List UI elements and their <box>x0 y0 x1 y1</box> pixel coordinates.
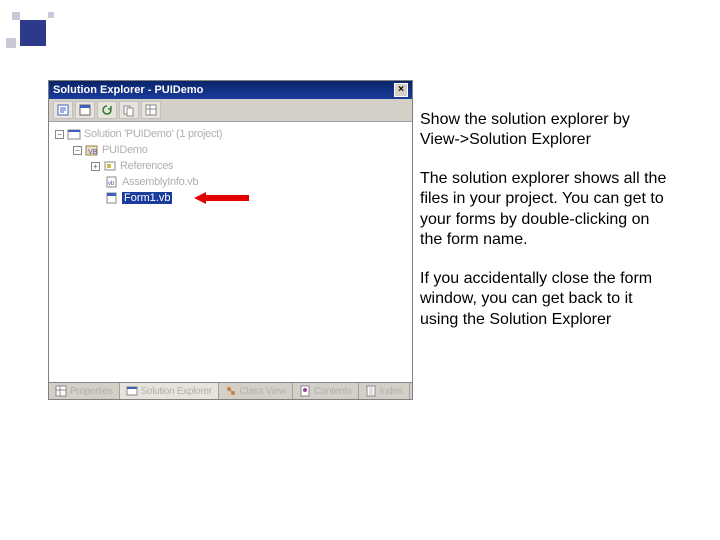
tab-properties[interactable]: Properties <box>49 383 120 399</box>
tab-label: Solution Explorer <box>141 386 212 397</box>
close-icon[interactable]: × <box>394 83 408 97</box>
tab-label: Index <box>380 386 403 397</box>
callout-arrow-icon <box>194 192 249 204</box>
tab-solution-explorer[interactable]: Solution Explorer <box>120 383 219 399</box>
expander-icon[interactable]: − <box>55 130 64 139</box>
view-code-icon[interactable] <box>53 101 73 119</box>
panel-tabstrip: Properties Solution Explorer Class View … <box>49 382 412 399</box>
instruction-paragraph: If you accidentally close the form windo… <box>420 269 670 330</box>
tree-label: References <box>120 160 173 172</box>
instruction-text: Show the solution explorer by View->Solu… <box>420 110 670 348</box>
tab-label: Contents <box>314 386 352 397</box>
solution-explorer-icon <box>126 385 138 397</box>
solution-explorer-panel: Solution Explorer - PUIDemo × − Solution… <box>48 80 413 400</box>
tree-project-node[interactable]: − VB PUIDemo <box>51 142 410 158</box>
titlebar-text: Solution Explorer - PUIDemo <box>53 84 394 96</box>
tab-label: Class View <box>240 386 286 397</box>
tree-view[interactable]: − Solution 'PUIDemo' (1 project) − VB PU… <box>49 122 412 382</box>
vb-project-icon: VB <box>85 144 99 156</box>
properties-icon[interactable] <box>141 101 161 119</box>
show-all-icon[interactable] <box>119 101 139 119</box>
svg-text:vb: vb <box>108 181 115 187</box>
instruction-paragraph: Show the solution explorer by View->Solu… <box>420 110 670 151</box>
tree-label: AssemblyInfo.vb <box>122 176 198 188</box>
contents-icon <box>299 385 311 397</box>
tab-index[interactable]: Index <box>359 383 410 399</box>
tree-solution-node[interactable]: − Solution 'PUIDemo' (1 project) <box>51 126 410 142</box>
tab-contents[interactable]: Contents <box>293 383 359 399</box>
index-icon <box>365 385 377 397</box>
tab-label: Properties <box>70 386 113 397</box>
instruction-paragraph: The solution explorer shows all the file… <box>420 169 670 251</box>
tree-label: PUIDemo <box>102 144 148 156</box>
tree-label: Solution 'PUIDemo' (1 project) <box>84 128 222 140</box>
svg-text:VB: VB <box>88 149 98 156</box>
vb-file-icon: vb <box>105 176 119 188</box>
properties-icon <box>55 385 67 397</box>
tree-references-node[interactable]: + References <box>51 158 410 174</box>
tab-class-view[interactable]: Class View <box>219 383 293 399</box>
solution-icon <box>67 128 81 140</box>
view-designer-icon[interactable] <box>75 101 95 119</box>
tree-assemblyinfo-node[interactable]: vb AssemblyInfo.vb <box>51 174 410 190</box>
expander-icon[interactable]: − <box>73 146 82 155</box>
refresh-icon[interactable] <box>97 101 117 119</box>
titlebar[interactable]: Solution Explorer - PUIDemo × <box>49 81 412 99</box>
toolbar <box>49 99 412 122</box>
form-file-icon <box>105 192 119 204</box>
tree-label-selected: Form1.vb <box>122 192 172 204</box>
references-icon <box>103 160 117 172</box>
expander-icon[interactable]: + <box>91 162 100 171</box>
class-view-icon <box>225 385 237 397</box>
